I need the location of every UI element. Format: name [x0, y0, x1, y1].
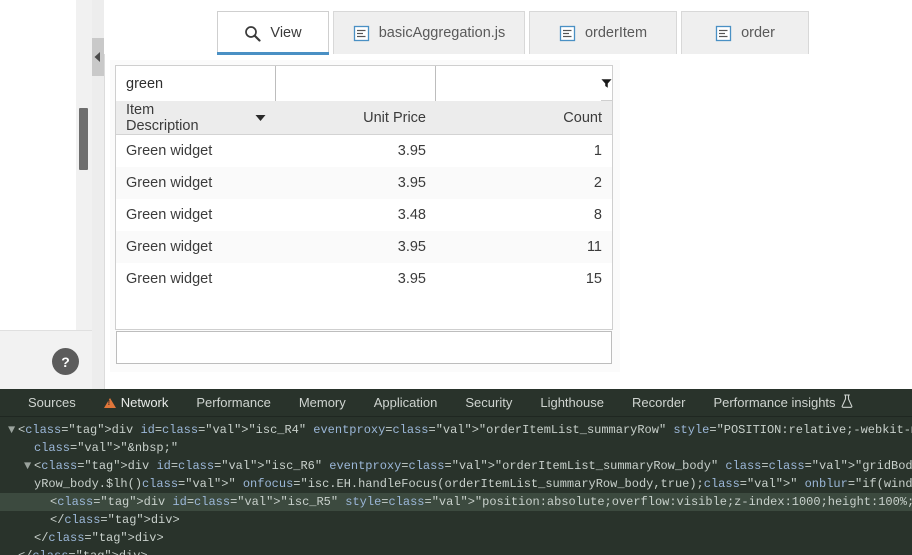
cell-unit-price: 3.48	[397, 207, 426, 223]
cell-item-description: Green widget	[126, 239, 213, 255]
outer-scrollbar-thumb[interactable]	[79, 108, 88, 170]
disclosure-triangle-icon[interactable]: ▼	[8, 421, 18, 439]
devtools-tab-sources-label: Sources	[28, 395, 76, 410]
column-header-count-label: Count	[563, 109, 602, 126]
funnel-icon[interactable]	[601, 66, 612, 100]
dom-tree-line[interactable]: </class="tag">div>	[0, 529, 912, 547]
dom-tree-line[interactable]: yRow_body.$lh()class="val">" onfocus="is…	[0, 475, 912, 493]
dom-tree-line[interactable]: ▼ <class="tag">div id=class="val">"isc_R6…	[0, 457, 912, 475]
filter-cell-item-description[interactable]	[116, 66, 276, 101]
screen-root: ? View basicAggregation.js orderItem ord…	[0, 0, 912, 555]
cell-item-description: Green widget	[126, 207, 213, 223]
tabstrip: View basicAggregation.js orderItem order	[104, 0, 912, 55]
devtools-tab-lighthouse[interactable]: Lighthouse	[526, 389, 618, 416]
devtools-tab-memory[interactable]: Memory	[285, 389, 360, 416]
tab-orderitem[interactable]: orderItem	[529, 11, 677, 54]
cell-unit-price: 3.95	[397, 271, 426, 287]
dom-tree-line[interactable]: <class="tag">div id=class="val">"isc_R5"…	[0, 493, 912, 511]
file-code-icon	[715, 25, 732, 42]
grid-header-row: Item Description Unit Price Count	[116, 101, 612, 135]
file-code-icon	[559, 25, 576, 42]
devtools-tab-lighthouse-label: Lighthouse	[540, 395, 604, 410]
disclosure-triangle-icon[interactable]: ▼	[24, 457, 34, 475]
table-row[interactable]: Green widget 3.95 2	[116, 167, 612, 199]
dom-tree-line[interactable]: ▼ <class="tag">div id=class="val">"isc_R4…	[0, 421, 912, 439]
cell-count: 1	[593, 143, 602, 159]
flask-icon	[841, 394, 853, 411]
panel-collapse-button[interactable]	[92, 38, 104, 76]
devtools-tab-application-label: Application	[373, 395, 438, 410]
cell-item-description: Green widget	[126, 271, 213, 287]
cell-item-description: Green widget	[126, 175, 213, 191]
tab-order[interactable]: order	[681, 11, 809, 54]
devtools-panel: Sources Network Performance Memory Appli…	[0, 389, 912, 555]
column-header-count[interactable]: Count	[436, 101, 612, 134]
sort-desc-icon[interactable]	[255, 110, 266, 126]
devtools-tab-memory-label: Memory	[298, 395, 346, 410]
devtools-tab-performance-insights-label: Performance insights	[713, 395, 836, 410]
cell-count: 8	[593, 207, 602, 223]
devtools-tab-recorder[interactable]: Recorder	[618, 389, 699, 416]
filter-input-count[interactable]	[444, 74, 593, 93]
tab-basicaggregation[interactable]: basicAggregation.js	[333, 11, 525, 54]
tab-basicaggregation-label: basicAggregation.js	[378, 25, 506, 41]
dom-tree-line[interactable]: </class="tag">div>	[0, 511, 912, 529]
filter-cell-unit-price[interactable]	[276, 66, 436, 101]
devtools-tab-list: Sources Network Performance Memory Appli…	[0, 389, 912, 417]
tab-view-label: View	[270, 25, 302, 41]
tab-view[interactable]: View	[217, 11, 329, 55]
column-header-item-description[interactable]: Item Description	[116, 101, 276, 134]
filter-row	[116, 66, 612, 101]
table-row[interactable]: Green widget 3.95 11	[116, 231, 612, 263]
magnifier-icon	[244, 25, 262, 42]
devtools-tab-performance-insights[interactable]: Performance insights	[699, 389, 866, 416]
filter-input-item-description[interactable]	[124, 74, 267, 93]
column-header-item-description-label: Item Description	[126, 101, 199, 134]
cell-count: 11	[586, 239, 602, 255]
tab-list: View basicAggregation.js orderItem order	[217, 11, 813, 55]
devtools-dom-tree[interactable]: ▼ <class="tag">div id=class="val">"isc_R4…	[0, 417, 912, 555]
dom-tree-line[interactable]: </class="tag">div>	[0, 547, 912, 555]
filter-input-unit-price[interactable]	[284, 74, 427, 93]
tab-orderitem-label: orderItem	[584, 25, 648, 41]
devtools-tab-security-label: Security	[465, 395, 513, 410]
devtools-tab-performance-label: Performance	[196, 395, 271, 410]
data-grid: Item Description Unit Price Count Green …	[115, 65, 613, 330]
dom-tree-line[interactable]: class="val">"&nbsp;"	[0, 439, 912, 457]
column-header-unit-price-label: Unit Price	[363, 109, 426, 126]
filter-cell-count[interactable]	[436, 66, 601, 101]
tab-order-label: order	[741, 25, 775, 41]
cell-count: 2	[593, 175, 602, 191]
cell-count: 15	[585, 271, 602, 287]
devtools-tab-performance[interactable]: Performance	[182, 389, 284, 416]
application-area: ? View basicAggregation.js orderItem ord…	[0, 0, 912, 389]
devtools-tab-sources[interactable]: Sources	[14, 389, 90, 416]
file-code-icon	[353, 25, 370, 42]
cell-unit-price: 3.95	[397, 143, 426, 159]
devtools-tab-network[interactable]: Network	[90, 389, 183, 416]
table-row[interactable]: Green widget 3.95 1	[116, 135, 612, 167]
warning-icon	[103, 397, 116, 408]
devtools-tab-security[interactable]: Security	[451, 389, 526, 416]
column-header-unit-price[interactable]: Unit Price	[276, 101, 436, 134]
devtools-tab-network-label: Network	[120, 395, 169, 410]
table-row[interactable]: Green widget 3.95 15	[116, 263, 612, 295]
devtools-tab-application[interactable]: Application	[360, 389, 452, 416]
grid-summary-row	[116, 331, 612, 364]
help-button[interactable]: ?	[52, 348, 79, 375]
cell-unit-price: 3.95	[397, 239, 426, 255]
cell-unit-price: 3.95	[397, 175, 426, 191]
cell-item-description: Green widget	[126, 143, 213, 159]
table-row[interactable]: Green widget 3.48 8	[116, 199, 612, 231]
devtools-tab-recorder-label: Recorder	[631, 395, 686, 410]
